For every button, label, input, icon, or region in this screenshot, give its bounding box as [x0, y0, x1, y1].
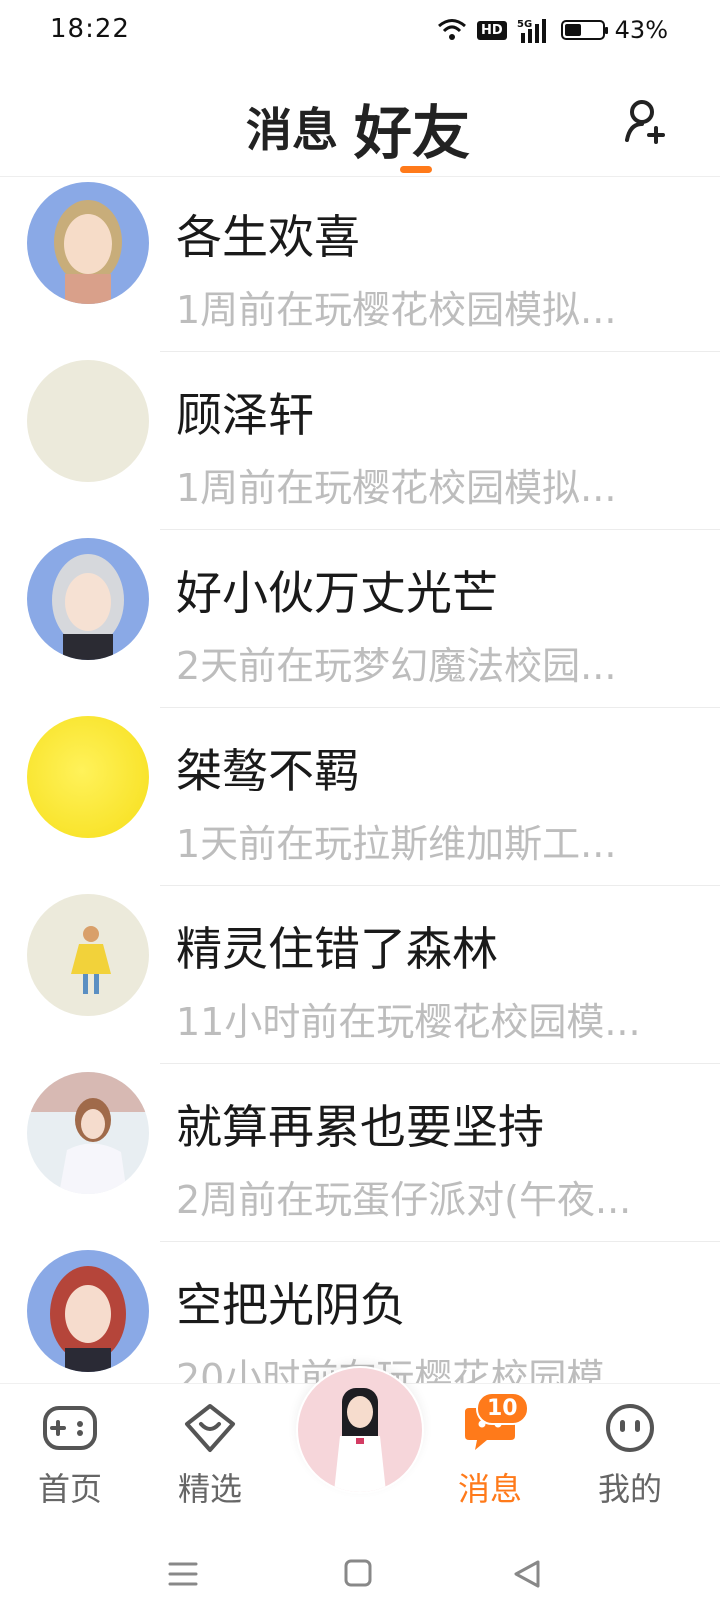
friend-list: 各生欢喜 1周前在玩樱花校园模拟... 顾泽轩 1周前在玩樱花校园模拟... 好… [0, 177, 720, 1423]
center-avatar-button[interactable] [296, 1366, 424, 1494]
battery-percent: 43% [614, 16, 668, 44]
friend-status: 1周前在玩樱花校园模拟... [176, 466, 617, 510]
friend-name: 空把光阴负 [176, 1278, 406, 1332]
avatar[interactable] [27, 1072, 149, 1194]
divider [160, 885, 720, 886]
bottom-nav: 首页 精选 10 消息 我的 [0, 1366, 720, 1534]
avatar[interactable] [27, 1250, 149, 1372]
friend-item[interactable]: 就算再累也要坚持 2周前在玩蛋仔派对(午夜... [0, 1067, 720, 1245]
signal-icon: 5G [517, 19, 546, 43]
divider [160, 351, 720, 352]
friend-status: 1天前在玩拉斯维加斯工... [176, 822, 617, 866]
friend-status: 11小时前在玩樱花校园模... [176, 1000, 641, 1044]
avatar[interactable] [27, 894, 149, 1016]
tab-indicator [400, 166, 432, 173]
back-triangle-icon[interactable] [512, 1559, 542, 1589]
home-square-icon[interactable] [344, 1559, 372, 1587]
nav-home[interactable]: 首页 [20, 1402, 120, 1510]
nav-messages-label: 消息 [457, 1470, 522, 1508]
friend-name: 各生欢喜 [176, 210, 360, 264]
system-nav-bar [0, 1533, 720, 1612]
nav-messages[interactable]: 10 消息 [440, 1392, 540, 1510]
header: 消息 好友 [0, 66, 720, 177]
avatar[interactable] [27, 360, 149, 482]
status-icons: HD 5G 43% [437, 16, 668, 44]
nav-mine[interactable]: 我的 [580, 1402, 680, 1510]
divider [160, 529, 720, 530]
friend-status: 1周前在玩樱花校园模拟... [176, 288, 617, 332]
divider [160, 707, 720, 708]
divider [160, 1063, 720, 1064]
friend-item[interactable]: 各生欢喜 1周前在玩樱花校园模拟... [0, 177, 720, 355]
friend-name: 就算再累也要坚持 [176, 1100, 544, 1154]
nav-home-label: 首页 [37, 1470, 102, 1508]
face-icon [606, 1404, 654, 1452]
svg-text:5G: 5G [517, 19, 532, 30]
friend-status: 2天前在玩梦幻魔法校园... [176, 644, 617, 688]
friend-item[interactable]: 顾泽轩 1周前在玩樱花校园模拟... [0, 355, 720, 533]
avatar [298, 1368, 422, 1492]
avatar[interactable] [27, 716, 149, 838]
nav-featured-label: 精选 [177, 1470, 242, 1508]
messages-badge: 10 [476, 1392, 529, 1425]
gamepad-icon [43, 1406, 97, 1450]
nav-mine-label: 我的 [597, 1470, 662, 1508]
friend-item[interactable]: 好小伙万丈光芒 2天前在玩梦幻魔法校园... [0, 533, 720, 711]
avatar[interactable] [27, 182, 149, 304]
divider [160, 1241, 720, 1242]
friend-item[interactable]: 精灵住错了森林 11小时前在玩樱花校园模... [0, 889, 720, 1067]
wifi-icon [438, 19, 466, 40]
status-bar: 18:22 HD 5G 43% [0, 0, 720, 66]
nav-featured[interactable]: 精选 [160, 1402, 260, 1510]
add-friend-icon[interactable] [622, 96, 672, 146]
tab-friends[interactable]: 好友 [354, 86, 470, 170]
tab-messages[interactable]: 消息 [246, 94, 338, 160]
status-time: 18:22 [50, 14, 130, 44]
friend-name: 好小伙万丈光芒 [176, 566, 498, 620]
friend-status: 2周前在玩蛋仔派对(午夜... [176, 1178, 632, 1222]
avatar[interactable] [27, 538, 149, 660]
battery-icon [560, 20, 608, 40]
friend-name: 精灵住错了森林 [176, 922, 498, 976]
friend-item[interactable]: 桀骜不羁 1天前在玩拉斯维加斯工... [0, 711, 720, 889]
friend-name: 顾泽轩 [176, 388, 314, 442]
menu-icon[interactable] [168, 1559, 198, 1589]
friend-name: 桀骜不羁 [176, 744, 360, 798]
hd-badge: HD [476, 20, 507, 40]
heart-diamond-icon [185, 1404, 235, 1452]
